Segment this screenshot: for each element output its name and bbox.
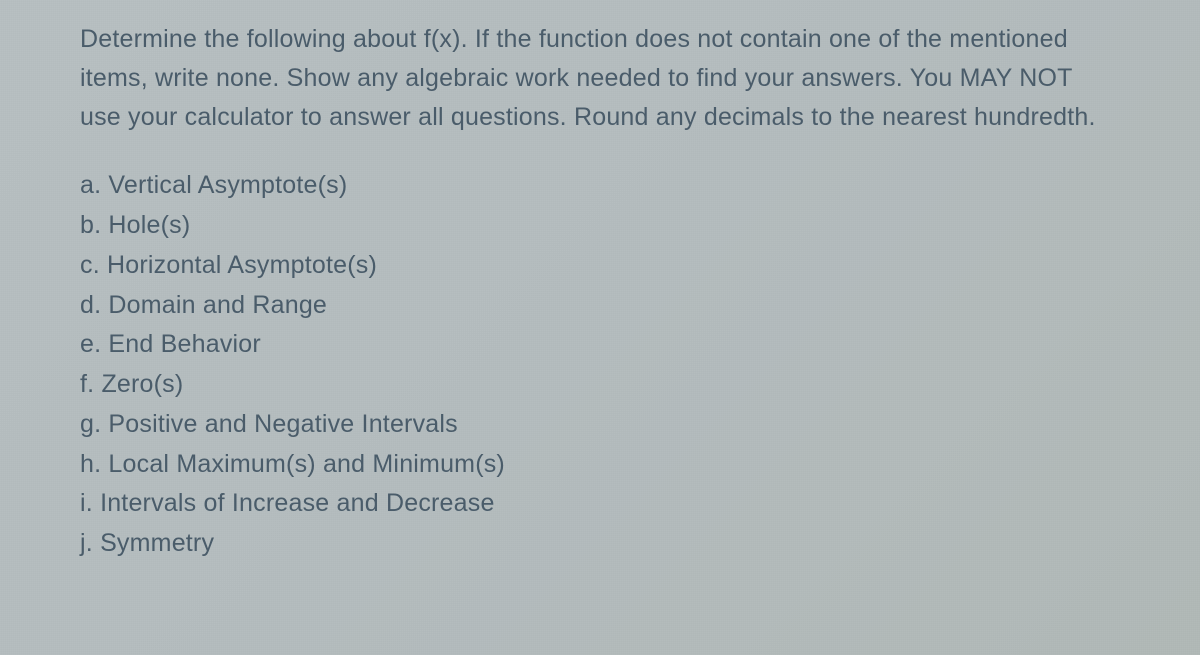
item-label: h.	[80, 450, 101, 478]
list-item: f. Zero(s)	[80, 365, 1120, 404]
item-text: Horizontal Asymptote(s)	[107, 251, 377, 279]
list-item: c. Horizontal Asymptote(s)	[80, 246, 1120, 285]
item-label: f.	[80, 370, 94, 398]
item-label: e.	[80, 330, 101, 358]
item-label: d.	[80, 291, 101, 319]
item-label: c.	[80, 251, 100, 279]
list-item: i. Intervals of Increase and Decrease	[80, 484, 1120, 523]
list-item: d. Domain and Range	[80, 286, 1120, 325]
item-text: Vertical Asymptote(s)	[108, 171, 347, 199]
list-item: e. End Behavior	[80, 325, 1120, 364]
item-label: b.	[80, 211, 101, 239]
item-label: a.	[80, 171, 101, 199]
item-text: Domain and Range	[108, 291, 327, 319]
list-item: j. Symmetry	[80, 524, 1120, 563]
item-text: Positive and Negative Intervals	[108, 410, 457, 438]
list-item: b. Hole(s)	[80, 206, 1120, 245]
item-text: Intervals of Increase and Decrease	[100, 489, 495, 517]
item-text: Symmetry	[100, 529, 214, 557]
list-item: h. Local Maximum(s) and Minimum(s)	[80, 445, 1120, 484]
list-item: g. Positive and Negative Intervals	[80, 405, 1120, 444]
item-text: End Behavior	[108, 330, 261, 358]
item-label: j.	[80, 529, 93, 557]
list-item: a. Vertical Asymptote(s)	[80, 166, 1120, 205]
item-text: Hole(s)	[108, 211, 190, 239]
item-label: i.	[80, 489, 93, 517]
question-content: Determine the following about f(x). If t…	[0, 0, 1200, 584]
item-label: g.	[80, 410, 101, 438]
item-text: Local Maximum(s) and Minimum(s)	[108, 450, 505, 478]
instructions-text: Determine the following about f(x). If t…	[80, 20, 1120, 136]
item-text: Zero(s)	[101, 370, 183, 398]
question-list: a. Vertical Asymptote(s) b. Hole(s) c. H…	[80, 166, 1120, 563]
